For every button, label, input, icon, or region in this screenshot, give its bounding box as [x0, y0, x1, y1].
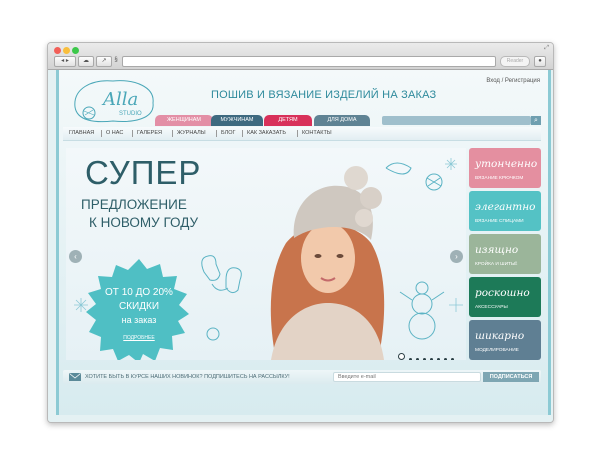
- category-accessories[interactable]: роскошно АКСЕССУАРЫ: [469, 277, 541, 317]
- downloads-icon[interactable]: ●: [534, 56, 546, 67]
- category-subtitle: ВЯЗАНИЕ КРЮЧКОМ: [475, 176, 524, 181]
- category-subtitle: ВЯЗАНИЕ СПИЦАМИ: [475, 219, 524, 224]
- nav-item-how-to-order[interactable]: КАК ЗАКАЗАТЬ: [247, 127, 286, 140]
- page-icon: §: [114, 57, 118, 63]
- discount-range: ОТ 10 ДО 20%: [105, 287, 173, 298]
- prev-slide-button[interactable]: ‹: [69, 250, 82, 263]
- model-photo: [270, 166, 385, 360]
- slide-dot[interactable]: [430, 358, 433, 360]
- newsletter-text: ХОТИТЕ БЫТЬ В КУРСЕ НАШИХ НОВИНОК? ПОДПИ…: [85, 374, 290, 380]
- category-title: роскошно: [475, 287, 530, 299]
- tab-men[interactable]: МУЖЧИНАМ: [211, 115, 263, 126]
- slide-dot[interactable]: [398, 352, 405, 360]
- minimize-window-button[interactable]: [63, 47, 70, 54]
- nav-divider: [242, 130, 243, 137]
- email-input[interactable]: [333, 372, 481, 382]
- nav-item-about[interactable]: О НАС: [106, 127, 123, 140]
- next-slide-button[interactable]: ›: [450, 250, 463, 263]
- main-nav: ГЛАВНАЯ О НАС ГАЛЕРЕЯ ЖУРНАЛЫ БЛОГ КАК З…: [63, 127, 541, 141]
- nav-item-contacts[interactable]: КОНТАКТЫ: [302, 127, 332, 140]
- category-subtitle: КРОЙКА И ШИТЬЁ: [475, 262, 518, 267]
- login-register-link[interactable]: Вход / Регистрация: [486, 78, 540, 84]
- reader-button[interactable]: Reader: [500, 56, 530, 67]
- more-link[interactable]: ПОДРОБНЕЕ: [85, 335, 193, 341]
- discount-note: на заказ: [121, 315, 157, 325]
- slide-dot[interactable]: [444, 358, 447, 360]
- nav-divider: [101, 130, 102, 137]
- search-input[interactable]: [382, 116, 531, 125]
- category-subtitle: АКСЕССУАРЫ: [475, 305, 508, 310]
- search-icon[interactable]: ⌕: [531, 116, 541, 125]
- nav-divider: [172, 130, 173, 137]
- slide-pagination: [398, 348, 458, 360]
- zoom-window-button[interactable]: [72, 47, 79, 54]
- logo-subtext: STUDIO: [119, 111, 142, 117]
- site-container: Alla STUDIO ПОШИВ И ВЯЗАНИЕ ИЗДЕЛИЙ НА З…: [56, 70, 551, 415]
- nav-item-blog[interactable]: БЛОГ: [221, 127, 235, 140]
- tab-home[interactable]: ДЛЯ ДОМА: [314, 115, 370, 126]
- category-sewing[interactable]: изящно КРОЙКА И ШИТЬЁ: [469, 234, 541, 274]
- subscribe-button[interactable]: ПОДПИСАТЬСЯ: [483, 372, 539, 382]
- fullscreen-icon[interactable]: ⤢: [544, 45, 549, 52]
- slide-dot[interactable]: [409, 358, 412, 360]
- newsletter-bar: ХОТИТЕ БЫТЬ В КУРСЕ НАШИХ НОВИНОК? ПОДПИ…: [63, 370, 541, 384]
- slide-dot[interactable]: [451, 358, 454, 360]
- category-title: шикарно: [475, 330, 525, 342]
- category-title: элегантно: [475, 201, 536, 213]
- slide-dot[interactable]: [437, 358, 440, 360]
- page-viewport: Alla STUDIO ПОШИВ И ВЯЗАНИЕ ИЗДЕЛИЙ НА З…: [48, 70, 553, 422]
- tab-kids[interactable]: ДЕТЯМ: [264, 115, 312, 126]
- slide-dot[interactable]: [416, 358, 419, 360]
- nav-item-home[interactable]: ГЛАВНАЯ: [69, 127, 94, 140]
- back-forward-button[interactable]: ◂ ▸: [54, 56, 76, 67]
- banner-title: СУПЕР: [85, 154, 202, 191]
- nav-item-magazines[interactable]: ЖУРНАЛЫ: [177, 127, 206, 140]
- site-logo[interactable]: Alla STUDIO: [69, 75, 159, 127]
- tab-women[interactable]: ЖЕНЩИНАМ: [155, 115, 213, 126]
- snowman-icon: [399, 281, 445, 340]
- category-knitting[interactable]: элегантно ВЯЗАНИЕ СПИЦАМИ: [469, 191, 541, 231]
- nav-item-gallery[interactable]: ГАЛЕРЕЯ: [137, 127, 162, 140]
- category-subtitle: МОДЕЛИРОВАНИЕ: [475, 348, 519, 353]
- nav-divider: [297, 130, 298, 137]
- mittens-icon: [201, 255, 242, 294]
- promo-banner[interactable]: СУПЕР ПРЕДЛОЖЕНИЕ К НОВОМУ ГОДУ ОТ 10 ДО…: [66, 148, 466, 360]
- browser-window: ◂ ▸ ☁ ↗ § Reader ● ⤢ Alla STUDIO ПОШИВ И…: [47, 42, 554, 423]
- category-design[interactable]: шикарно МОДЕЛИРОВАНИЕ: [469, 320, 541, 360]
- nav-divider: [132, 130, 133, 137]
- banner-subtitle-line2: К НОВОМУ ГОДУ: [89, 215, 199, 230]
- slide-dot[interactable]: [423, 358, 426, 360]
- category-crochet[interactable]: утонченно ВЯЗАНИЕ КРЮЧКОМ: [469, 148, 541, 188]
- site-headline: ПОШИВ И ВЯЗАНИЕ ИЗДЕЛИЙ НА ЗАКАЗ: [211, 89, 437, 101]
- discount-label: СКИДКИ: [118, 301, 160, 312]
- nav-divider: [216, 130, 217, 137]
- close-window-button[interactable]: [54, 47, 61, 54]
- category-title: изящно: [475, 244, 519, 256]
- share-icon[interactable]: ↗: [96, 56, 112, 67]
- banner-subtitle-line1: ПРЕДЛОЖЕНИЕ: [81, 197, 187, 212]
- logo-text: Alla: [101, 89, 138, 110]
- category-title: утонченно: [475, 158, 538, 170]
- address-bar[interactable]: [122, 56, 496, 67]
- cloud-icon[interactable]: ☁: [78, 56, 94, 67]
- browser-toolbar: ◂ ▸ ☁ ↗ § Reader ● ⤢: [48, 43, 553, 70]
- envelope-icon: [69, 373, 81, 381]
